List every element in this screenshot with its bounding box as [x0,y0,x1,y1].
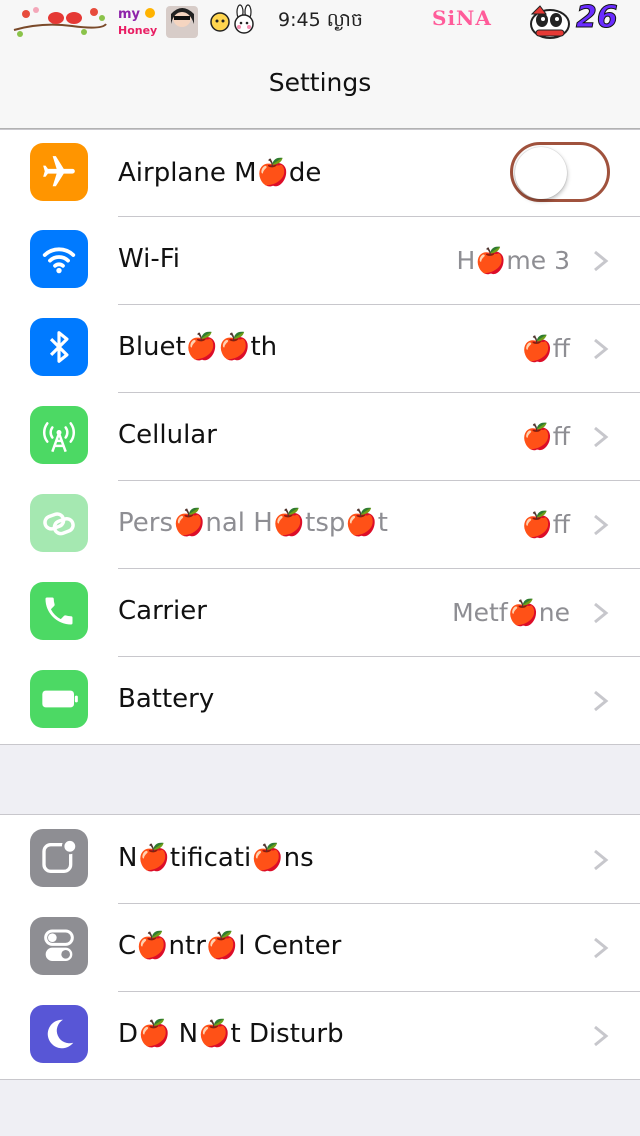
battery-percentage: 26 [576,0,619,36]
moon-icon [30,1005,88,1063]
chevron-right-icon [594,514,609,536]
sina-sticker-text: SiNA [432,6,492,30]
personal-hotspot-label: Pers🍎nal H🍎tsp🍎t [118,508,388,538]
chevron-right-icon [594,690,609,712]
page-title: Settings [268,68,372,97]
control-center-icon [30,917,88,975]
settings-row-notifications[interactable]: N🍎tificati🍎ns [0,815,640,903]
chevron-right-icon [594,250,609,272]
carrier-label: Carrier [118,596,207,626]
mascot-sticker-icon [530,5,570,39]
carrier-name-value: Metf🍎ne [452,598,570,627]
svg-text:my: my [118,7,141,22]
wifi-label: Wi-Fi [118,244,181,274]
chevron-right-icon [594,937,609,959]
settings-row-carrier[interactable]: Carrier Metf🍎ne [0,568,640,656]
chevron-right-icon [594,849,609,871]
settings-row-bluetooth[interactable]: Bluet🍎🍎th 🍎ff [0,304,640,392]
battery-label: Battery [118,684,215,714]
settings-row-cellular[interactable]: Cellular 🍎ff [0,392,640,480]
bluetooth-icon [30,318,88,376]
settings-row-control-center[interactable]: C🍎ntr🍎l Center [0,903,640,991]
airplane-icon [30,143,88,201]
settings-group-connectivity: Airplane M🍎de Wi-Fi H🍎me 3 Bluet🍎🍎th 🍎ff [0,129,640,745]
toggle-knob [515,147,567,199]
wifi-icon [30,230,88,288]
status-bar: my Honey 9:45 ល្ងាច SiNA 26 [0,0,640,42]
status-time: 9:45 ល្ងាច [278,9,363,31]
settings-group-system: N🍎tificati🍎ns C🍎ntr🍎l Center D🍎 N🍎t Dist… [0,814,640,1080]
notifications-label: N🍎tificati🍎ns [118,843,314,873]
bluetooth-status-value: 🍎ff [521,334,570,363]
svg-text:Honey: Honey [118,24,157,37]
navigation-bar: Settings [0,42,640,129]
settings-row-battery[interactable]: Battery [0,656,640,744]
hotspot-link-icon [30,494,88,552]
phone-icon [30,582,88,640]
bluetooth-label: Bluet🍎🍎th [118,332,278,362]
birds-branch-decoration-icon [13,7,107,37]
settings-row-personal-hotspot[interactable]: Pers🍎nal H🍎tsp🍎t 🍎ff [0,480,640,568]
control-center-label: C🍎ntr🍎l Center [118,931,342,961]
cellular-antenna-icon [30,406,88,464]
wifi-network-value: H🍎me 3 [456,246,570,275]
chevron-right-icon [594,338,609,360]
settings-row-do-not-disturb[interactable]: D🍎 N🍎t Disturb [0,991,640,1079]
airplane-mode-label: Airplane M🍎de [118,158,322,188]
chevron-right-icon [594,426,609,448]
personal-hotspot-status-value: 🍎ff [521,510,570,539]
chevron-right-icon [594,1025,609,1047]
chevron-right-icon [594,602,609,624]
bunny-cat-sticker-icon [210,4,254,34]
cellular-label: Cellular [118,420,217,450]
cellular-status-value: 🍎ff [521,422,570,451]
airplane-mode-toggle[interactable] [510,142,610,202]
do-not-disturb-label: D🍎 N🍎t Disturb [118,1019,344,1049]
notifications-icon [30,829,88,887]
my-honey-sticker-icon: my Honey [118,6,198,38]
battery-icon [30,670,88,728]
settings-row-airplane-mode[interactable]: Airplane M🍎de [0,130,640,216]
settings-row-wifi[interactable]: Wi-Fi H🍎me 3 [0,216,640,304]
